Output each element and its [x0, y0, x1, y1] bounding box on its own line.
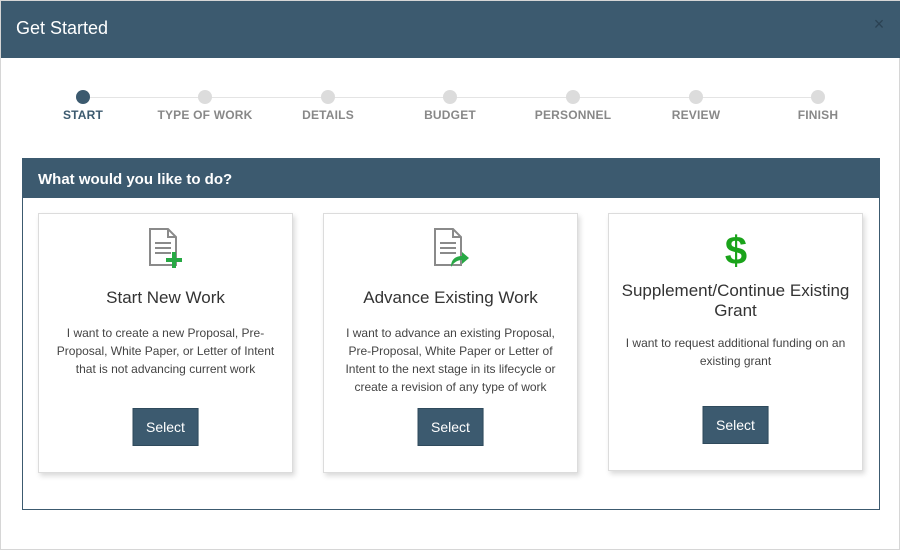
- panel-heading: What would you like to do?: [38, 171, 233, 188]
- options-panel: What would you like to do? Start New Wor…: [22, 158, 880, 510]
- card-start-new-work: Start New Work I want to create a new Pr…: [38, 213, 293, 473]
- step-review: REVIEW: [636, 90, 756, 122]
- select-start-new-work-button[interactable]: Select: [132, 408, 199, 446]
- step-label: FINISH: [797, 108, 839, 122]
- card-title: Start New Work: [106, 288, 225, 307]
- step-dot: [689, 90, 703, 104]
- document-forward-icon: [324, 227, 577, 271]
- step-personnel: PERSONNEL: [513, 90, 633, 122]
- card-description: I want to request additional funding on …: [625, 336, 846, 368]
- step-label: REVIEW: [671, 108, 721, 122]
- get-started-dialog: Get Started × START TYPE OF WORK DETAILS…: [0, 0, 900, 550]
- progress-stepper: START TYPE OF WORK DETAILS BUDGET PERSON…: [1, 81, 900, 131]
- card-advance-existing-work: Advance Existing Work I want to advance …: [323, 213, 578, 473]
- step-dot: [198, 90, 212, 104]
- step-label: START: [62, 108, 104, 122]
- step-dot: [443, 90, 457, 104]
- step-type-of-work: TYPE OF WORK: [145, 90, 265, 122]
- dollar-icon: $: [609, 227, 862, 271]
- document-add-icon: [39, 227, 292, 271]
- select-supplement-continue-grant-button[interactable]: Select: [702, 406, 769, 444]
- step-dot: [321, 90, 335, 104]
- dialog-title: Get Started: [16, 18, 109, 38]
- step-details: DETAILS: [268, 90, 388, 122]
- step-finish: FINISH: [758, 90, 878, 122]
- step-dot: [76, 90, 90, 104]
- step-dot: [566, 90, 580, 104]
- step-label: DETAILS: [302, 108, 354, 122]
- card-title: Supplement/Continue Existing Grant: [621, 281, 850, 320]
- panel-header: What would you like to do?: [23, 159, 879, 198]
- step-label: TYPE OF WORK: [157, 108, 253, 122]
- close-icon[interactable]: ×: [871, 14, 887, 34]
- step-label: BUDGET: [424, 108, 476, 122]
- dialog-header: Get Started ×: [1, 1, 900, 58]
- card-supplement-continue-grant: $ Supplement/Continue Existing Grant I w…: [608, 213, 863, 471]
- step-budget: BUDGET: [390, 90, 510, 122]
- card-description: I want to advance an existing Proposal, …: [345, 326, 556, 394]
- step-label: PERSONNEL: [534, 108, 612, 122]
- select-advance-existing-work-button[interactable]: Select: [417, 408, 484, 446]
- step-start: START: [23, 90, 143, 122]
- card-description: I want to create a new Proposal, Pre-Pro…: [56, 326, 275, 376]
- step-dot: [811, 90, 825, 104]
- svg-text:$: $: [724, 229, 746, 271]
- card-title: Advance Existing Work: [363, 288, 538, 307]
